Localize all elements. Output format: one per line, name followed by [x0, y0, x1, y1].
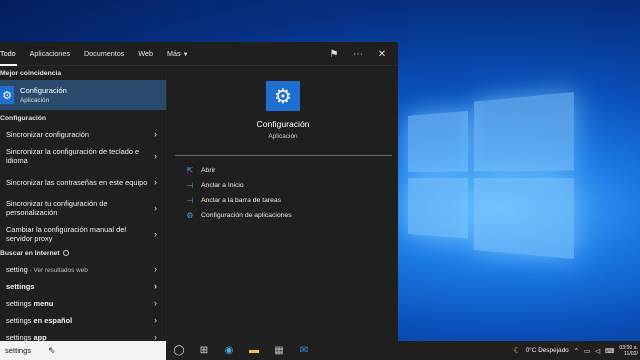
system-tray: ☾ 0°C Despejado ⌃ ▭ ◁ ⌨ 03:00 a. 11/02/ [513, 341, 640, 360]
moon-icon: ☾ [513, 346, 521, 355]
web-result-query: settings [6, 333, 32, 341]
action-label: Abrir [201, 167, 216, 174]
tab-web[interactable]: Web [131, 42, 160, 66]
tab-documents[interactable]: Documentos [77, 42, 131, 66]
web-result-suggestion: en español [31, 316, 73, 325]
action-label: Anclar a la barra de tareas [201, 197, 282, 204]
list-item[interactable]: Sincronizar la configuración de teclado … [0, 143, 166, 169]
chevron-right-icon: › [154, 281, 157, 291]
start-search-panel: Todo Aplicaciones Documentos Web Más ▼ ⚑ … [0, 42, 398, 341]
search-input[interactable]: settings ⇖ [0, 341, 166, 360]
action-label: Anclar a Inicio [201, 182, 244, 189]
list-item-label: Sincronizar las contraseñas en este equi… [6, 177, 148, 187]
chevron-right-icon: › [154, 150, 157, 161]
search-tabs: Todo Aplicaciones Documentos Web Más ▼ ⚑ … [0, 42, 398, 66]
web-result-query: settings [6, 299, 32, 308]
web-section-label: Buscar en Internet [0, 250, 60, 257]
web-result-suggestion: app [31, 333, 47, 341]
divider [175, 155, 392, 156]
list-item[interactable]: Sincronizar configuración › [0, 126, 166, 143]
feedback-icon[interactable]: ⚑ [328, 49, 340, 60]
tab-apps[interactable]: Aplicaciones [23, 42, 77, 66]
gear-icon: ⚙ [0, 86, 14, 104]
weather-label[interactable]: 0°C Despejado [526, 347, 569, 354]
action-label: Configuración de aplicaciones [201, 212, 292, 219]
store-icon[interactable]: ▦ [272, 345, 286, 356]
web-section-header: Buscar en Internet [0, 247, 166, 261]
close-icon[interactable]: ✕ [376, 49, 388, 60]
web-result-query: setting [6, 264, 28, 274]
list-item[interactable]: Sincronizar tu configuración de personal… [0, 195, 166, 221]
task-view-icon[interactable]: ◯ [172, 345, 186, 356]
taskbar: settings ⇖ ◯ ⊞ ◉ ▬ ▦ ✉ ☾ 0°C Despejado ⌃… [0, 341, 640, 360]
chevron-right-icon: › [154, 176, 157, 187]
chevron-up-icon[interactable]: ⌃ [574, 347, 579, 355]
settings-section-header: Configuración [0, 115, 47, 122]
pin-taskbar-icon: ⊣ [186, 196, 194, 205]
keyboard-icon[interactable]: ⌨ [605, 347, 614, 355]
preview-actions: ⇱ Abrir ⊣ Anclar a Inicio ⊣ Anclar a la bar… [185, 163, 292, 223]
clock-time: 03:00 a. [619, 344, 638, 351]
web-result-hint: - Ver resultados web [27, 266, 88, 274]
preview-subtitle: Aplicación [268, 133, 298, 140]
tab-more[interactable]: Más ▼ [160, 42, 196, 66]
web-result-suggestion: menu [31, 299, 54, 308]
chevron-down-icon: ▼ [182, 51, 189, 58]
action-pin-start[interactable]: ⊣ Anclar a Inicio [185, 178, 292, 193]
more-options-icon[interactable]: ⋯ [352, 49, 364, 60]
results-list: Mejor coincidencia ⚙ Configuración Aplic… [0, 67, 166, 341]
web-result-query: settings [6, 282, 35, 291]
mail-icon[interactable]: ✉ [297, 345, 311, 356]
list-item-label: Sincronizar la configuración de teclado … [6, 147, 140, 165]
chevron-right-icon: › [154, 315, 157, 325]
chevron-right-icon: › [154, 228, 157, 239]
list-item-label: Sincronizar tu configuración de personal… [6, 199, 108, 217]
search-input-value: settings [5, 346, 32, 355]
chevron-right-icon: › [154, 264, 157, 274]
open-icon: ⇱ [186, 166, 194, 175]
tab-all[interactable]: Todo [0, 42, 23, 66]
web-result[interactable]: settings en español › [0, 312, 166, 329]
gear-icon: ⚙ [186, 211, 194, 220]
web-result[interactable]: settings menu › [0, 295, 166, 312]
web-result-query: settings [6, 316, 32, 325]
list-item-label: Cambiar la configuración manual del serv… [6, 225, 126, 243]
preview-title: Configuración [256, 119, 310, 129]
best-match-header: Mejor coincidencia [0, 70, 62, 77]
list-item[interactable]: Cambiar la configuración manual del serv… [0, 221, 166, 247]
preview-pane: ⚙ Configuración Aplicación ⇱ Abrir ⊣ Ancla… [166, 67, 398, 341]
action-app-settings[interactable]: ⚙ Configuración de aplicaciones [185, 208, 292, 223]
action-pin-taskbar[interactable]: ⊣ Anclar a la barra de tareas [185, 193, 292, 208]
best-match-subtitle: Aplicación [20, 97, 50, 104]
list-item[interactable]: Sincronizar las contraseñas en este equi… [0, 169, 166, 195]
best-match-item[interactable]: ⚙ Configuración Aplicación [0, 80, 166, 110]
edge-browser-icon[interactable]: ◉ [222, 345, 236, 356]
chevron-right-icon: › [154, 298, 157, 308]
action-open[interactable]: ⇱ Abrir [185, 163, 292, 178]
web-result[interactable]: settings › [0, 278, 166, 295]
chevron-right-icon: › [154, 202, 157, 213]
clock[interactable]: 03:00 a. 11/02/ [619, 345, 638, 357]
list-item-label: Sincronizar configuración [6, 130, 89, 139]
tab-more-label: Más [166, 48, 181, 58]
clock-date: 11/02/ [623, 350, 638, 357]
web-result[interactable]: setting - Ver resultados web › [0, 261, 166, 278]
gear-icon: ⚙ [266, 81, 300, 111]
web-result[interactable]: settings app › [0, 329, 166, 342]
widgets-icon[interactable]: ⊞ [197, 345, 211, 356]
network-icon[interactable]: ▭ [584, 347, 590, 355]
chevron-right-icon: › [154, 129, 157, 139]
pin-icon: ⊣ [186, 181, 194, 190]
volume-icon[interactable]: ◁ [595, 347, 600, 355]
mouse-cursor-icon: ⇖ [48, 345, 56, 355]
info-icon [62, 250, 69, 257]
best-match-title: Configuración [20, 86, 67, 95]
chevron-right-icon: › [154, 332, 157, 342]
windows-logo-wallpaper [408, 92, 579, 265]
file-explorer-icon[interactable]: ▬ [247, 345, 261, 356]
